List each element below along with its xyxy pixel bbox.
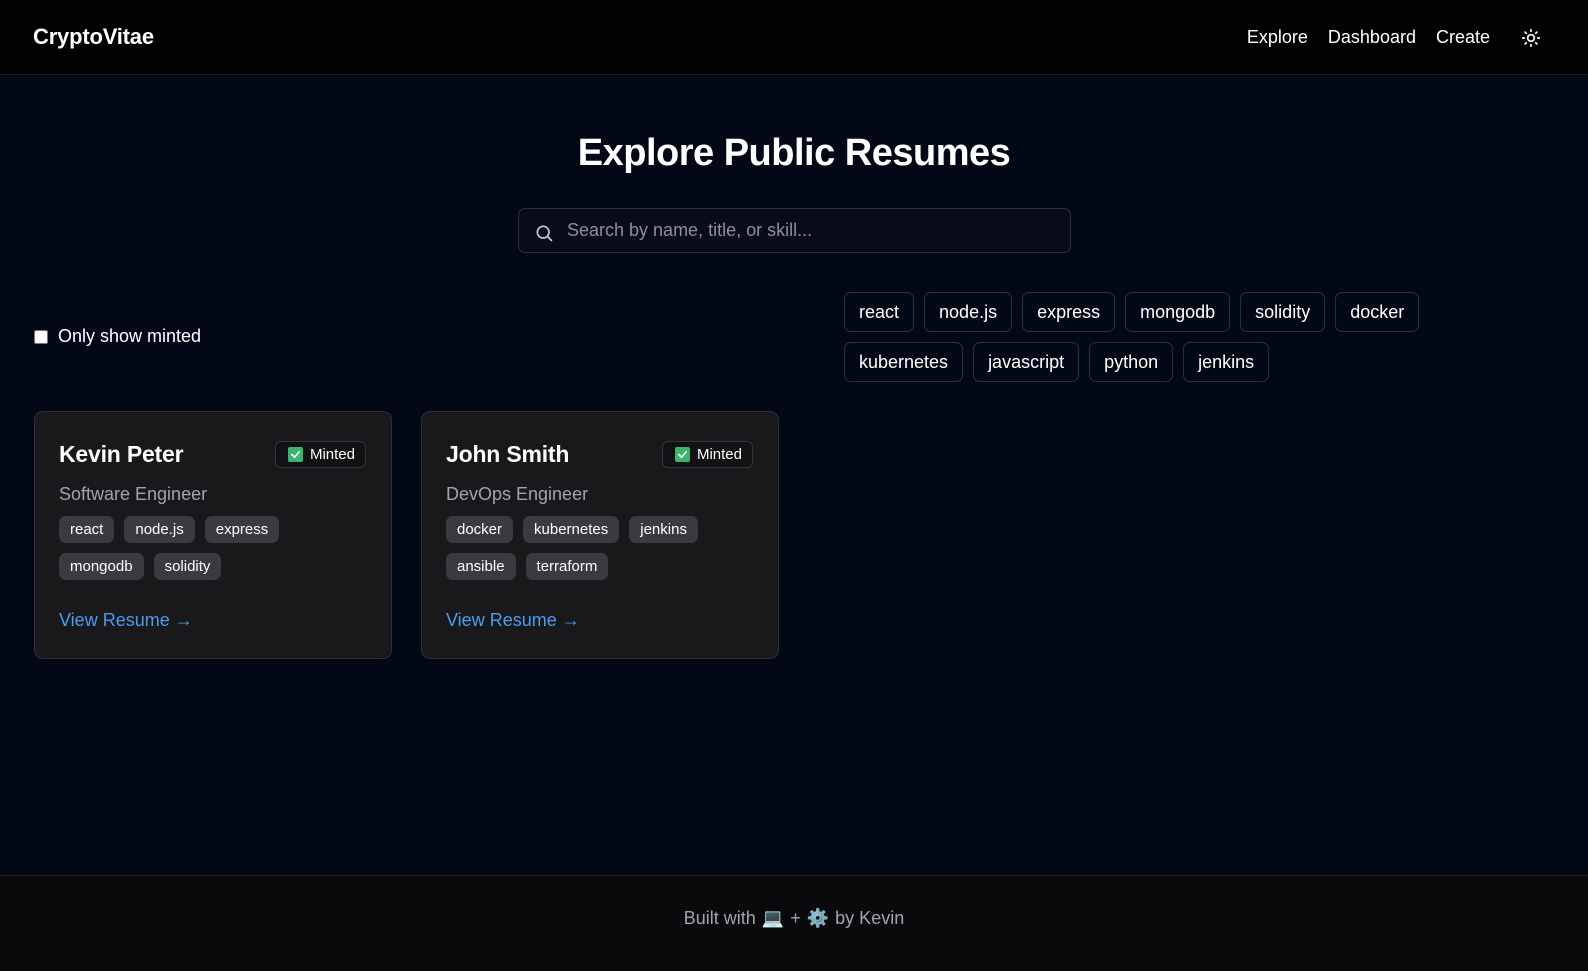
nav-explore-link[interactable]: Explore	[1247, 27, 1308, 48]
skill-tag: mongodb	[59, 553, 144, 580]
resume-name: Kevin Peter	[59, 441, 184, 467]
footer-plus: +	[790, 908, 801, 928]
nav-create-link[interactable]: Create	[1436, 27, 1490, 48]
page-title: Explore Public Resumes	[577, 132, 1011, 174]
skill-tag: kubernetes	[523, 516, 620, 543]
laptop-emoji-icon: 💻	[761, 908, 785, 928]
minted-filter: Only show minted	[34, 326, 201, 347]
view-resume-link[interactable]: View Resume →	[446, 610, 580, 631]
sun-icon	[1521, 28, 1541, 48]
search-icon	[536, 225, 553, 242]
resume-job-title: Software Engineer	[59, 484, 208, 504]
page-footer: Built with 💻 + ⚙️ by Kevin	[0, 875, 1588, 971]
resume-card: John Smith Minted DevOps Engineer docker…	[421, 411, 779, 659]
skill-tag: terraform	[525, 553, 609, 580]
minted-filter-label[interactable]: Only show minted	[58, 326, 201, 347]
gear-emoji-icon: ⚙️	[806, 908, 830, 928]
check-icon	[287, 447, 303, 462]
skill-filter-list: react node.js express mongodb solidity d…	[844, 292, 1464, 382]
minted-badge: Minted	[274, 441, 366, 468]
resume-card: Kevin Peter Minted Software Engineer rea…	[34, 411, 392, 659]
minted-badge: Minted	[661, 441, 753, 468]
skill-tag: ansible	[446, 553, 516, 580]
footer-prefix: Built with	[683, 908, 756, 928]
resume-name: John Smith	[446, 441, 570, 467]
skill-filter-chip[interactable]: react	[844, 292, 915, 332]
search-box	[518, 208, 1071, 253]
main-nav: Explore Dashboard Create	[1247, 27, 1490, 48]
skill-filter-chip[interactable]: kubernetes	[844, 342, 964, 382]
skill-tag: jenkins	[629, 516, 698, 543]
minted-checkbox[interactable]	[34, 329, 48, 344]
skill-filter-chip[interactable]: solidity	[1240, 292, 1326, 332]
minted-badge-label: Minted	[309, 446, 355, 463]
skill-filter-chip[interactable]: jenkins	[1183, 342, 1270, 382]
skill-filter-chip[interactable]: python	[1089, 342, 1174, 382]
view-resume-link[interactable]: View Resume →	[59, 610, 193, 631]
top-navbar: CryptoVitae Explore Dashboard Create	[0, 0, 1588, 75]
skill-filter-chip[interactable]: express	[1022, 292, 1116, 332]
footer-credit: Built with 💻 + ⚙️ by Kevin	[0, 908, 1588, 929]
skill-filter-chip[interactable]: node.js	[924, 292, 1013, 332]
skill-filter-chip[interactable]: javascript	[973, 342, 1080, 382]
brand-logo[interactable]: CryptoVitae	[33, 24, 154, 50]
skill-tag: node.js	[124, 516, 195, 543]
skill-tag: solidity	[153, 553, 222, 580]
resume-job-title: DevOps Engineer	[446, 484, 589, 504]
skill-filter-chip[interactable]: mongodb	[1125, 292, 1231, 332]
minted-badge-label: Minted	[696, 446, 742, 463]
resume-skill-tags: docker kubernetes jenkins ansible terraf…	[446, 516, 756, 580]
skill-tag: docker	[446, 516, 514, 543]
check-icon	[674, 447, 690, 462]
skill-tag: react	[59, 516, 115, 543]
footer-author: by Kevin	[835, 908, 905, 928]
skill-filter-chip[interactable]: docker	[1335, 292, 1420, 332]
resume-skill-tags: react node.js express mongodb solidity	[59, 516, 369, 580]
nav-dashboard-link[interactable]: Dashboard	[1328, 27, 1416, 48]
skill-tag: express	[204, 516, 280, 543]
theme-toggle-button[interactable]	[1518, 25, 1544, 51]
search-input[interactable]	[567, 209, 1057, 252]
